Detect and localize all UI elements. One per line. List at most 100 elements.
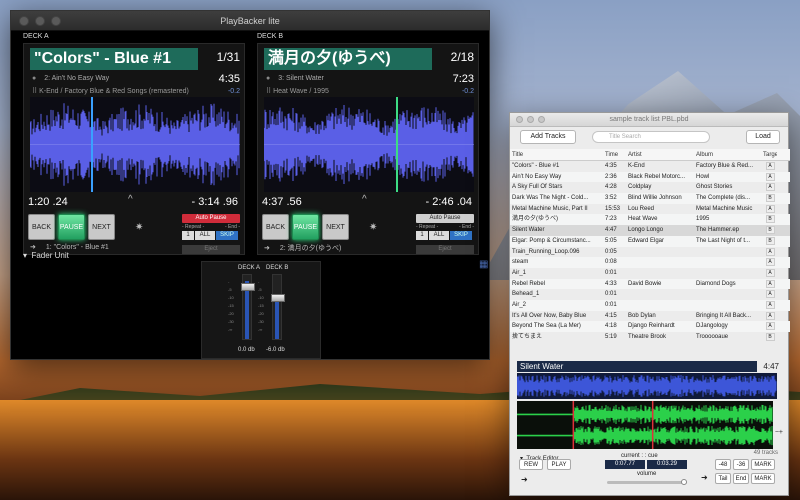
deck-b-waveform[interactable] xyxy=(264,97,474,192)
table-row[interactable]: Air_1 0:01 A xyxy=(510,268,790,279)
load-button[interactable]: Load xyxy=(746,130,780,144)
target-cell[interactable]: A xyxy=(761,300,777,311)
target-selector[interactable]: B xyxy=(765,236,775,245)
table-row[interactable]: Ain't No Easy Way 2:36 Black Rebel Motorc.… xyxy=(510,171,790,183)
deck-a-next-button[interactable]: NEXT xyxy=(88,214,115,240)
title-search-input[interactable]: Title Search xyxy=(592,131,710,143)
table-row[interactable]: Air_2 0:01 A xyxy=(510,299,790,311)
deck-a-skip-button[interactable]: SKIP xyxy=(216,231,238,240)
end-button[interactable]: End xyxy=(733,473,749,484)
play-button[interactable]: PLAY xyxy=(547,459,571,470)
table-row[interactable]: Elgar: Pomp & Circumstanc... 5:05 Edward E… xyxy=(510,235,790,247)
deck-b-skip-button[interactable]: SKIP xyxy=(450,231,472,240)
target-selector[interactable]: A xyxy=(765,322,775,331)
arrow-right-icon[interactable]: ➜ xyxy=(30,244,36,251)
deck-a-auto-pause-button[interactable]: Auto Pause xyxy=(182,214,240,223)
deck-a-repeat-all[interactable]: ALL xyxy=(195,231,215,240)
target-cell[interactable]: A xyxy=(761,289,777,300)
target-selector[interactable]: A xyxy=(765,268,775,277)
table-row[interactable]: Silent Water 4:47 Longo Longo The Hammer.ep… xyxy=(510,225,790,236)
fader-unit-toggle[interactable]: ▾ Fader Unit xyxy=(23,251,69,260)
minus48-button[interactable]: -48 xyxy=(715,459,731,470)
target-cell[interactable]: B xyxy=(761,214,777,225)
table-row[interactable]: Metal Machine Music, Part II 15:53 Lou Ree… xyxy=(510,204,790,215)
target-cell[interactable]: A xyxy=(761,247,777,258)
deck-b-gain[interactable]: -0.2 xyxy=(462,88,474,95)
target-cell[interactable]: A xyxy=(761,311,777,322)
target-selector[interactable]: A xyxy=(765,183,775,192)
minus36-button[interactable]: -36 xyxy=(733,459,749,470)
table-row[interactable]: steam 0:08 A xyxy=(510,257,790,268)
col-target[interactable]: Target xyxy=(761,149,777,160)
mark-button-2[interactable]: MARK xyxy=(751,473,775,484)
col-album[interactable]: Album xyxy=(694,149,761,160)
table-row[interactable]: Beyond The Sea (La Mer) 4:18 Django Reinha… xyxy=(510,321,790,332)
fader-deck-a-track[interactable] xyxy=(241,274,255,340)
target-cell[interactable]: A xyxy=(761,257,777,268)
editor-overview-wave[interactable] xyxy=(516,373,777,399)
deck-b-pause-button[interactable]: PAUSE xyxy=(292,214,319,240)
gear-icon[interactable]: ✷ xyxy=(135,222,143,233)
target-selector[interactable]: B xyxy=(765,333,775,341)
target-cell[interactable]: A xyxy=(761,172,777,183)
table-row[interactable]: 満月の夕(ゆうべ) 7:23 Heat Wave 1995 B xyxy=(510,214,790,226)
table-row[interactable]: 捨てちまえ 5:19 Theatre Brook Troooooaue B xyxy=(510,332,790,343)
table-row[interactable]: It's All Over Now, Baby Blue 4:15 Bob Dyla… xyxy=(510,311,790,322)
table-row[interactable]: "Colors" - Blue #1 4:35 K-End Factory Blue … xyxy=(510,161,790,172)
target-cell[interactable]: B xyxy=(761,236,777,247)
editor-detail-wave[interactable] xyxy=(516,401,773,449)
target-selector[interactable]: A xyxy=(765,258,775,267)
deck-a-playhead[interactable] xyxy=(90,97,93,192)
fader-deck-b-track[interactable] xyxy=(271,274,285,340)
cue-time-field[interactable]: 0:03.29 xyxy=(647,460,687,469)
target-selector[interactable]: B xyxy=(765,226,775,235)
table-row[interactable]: Rebel Rebel 4:33 David Bowie Diamond Dogs A xyxy=(510,278,790,290)
arrow-right-icon[interactable]: ➜ xyxy=(264,245,270,252)
chevron-up-icon[interactable]: ^ xyxy=(362,194,367,205)
add-tracks-button[interactable]: Add Tracks xyxy=(520,130,576,144)
deck-b-repeat-one[interactable]: 1 xyxy=(416,231,428,240)
fader-deck-a-knob[interactable] xyxy=(241,282,255,291)
target-cell[interactable]: A xyxy=(761,268,777,279)
zoom-button[interactable] xyxy=(51,16,61,26)
target-selector[interactable]: A xyxy=(765,290,775,299)
deck-b-playhead[interactable] xyxy=(396,97,399,192)
arrow-right-icon[interactable]: ➜ xyxy=(521,475,528,484)
target-cell[interactable]: B xyxy=(761,332,777,343)
target-selector[interactable]: A xyxy=(765,204,775,213)
col-time[interactable]: Time xyxy=(603,149,626,160)
deck-b-eject-button[interactable]: Eject xyxy=(416,245,474,254)
target-selector[interactable]: A xyxy=(765,300,775,309)
deck-b-repeat-all[interactable]: ALL xyxy=(429,231,449,240)
volume-slider[interactable] xyxy=(607,479,687,485)
chevron-up-icon[interactable]: ^ xyxy=(128,194,133,205)
close-button[interactable] xyxy=(19,16,29,26)
target-selector[interactable]: A xyxy=(765,162,775,170)
target-cell[interactable]: A xyxy=(761,182,777,193)
grid-icon[interactable]: ▦ xyxy=(479,259,488,270)
volume-knob[interactable] xyxy=(681,479,687,485)
deck-b-next-button[interactable]: NEXT xyxy=(322,214,349,240)
target-cell[interactable]: B xyxy=(761,193,777,204)
gear-icon[interactable]: ✷ xyxy=(369,222,377,233)
deck-b-back-button[interactable]: BACK xyxy=(262,214,289,240)
target-selector[interactable]: A xyxy=(765,247,775,256)
minimize-button[interactable] xyxy=(35,16,45,26)
zoom-button[interactable] xyxy=(538,116,545,123)
current-time-field[interactable]: 0:07.77 xyxy=(605,460,645,469)
col-artist[interactable]: Artist xyxy=(626,149,694,160)
target-selector[interactable]: A xyxy=(765,311,775,320)
deck-a-back-button[interactable]: BACK xyxy=(28,214,55,240)
mark-button[interactable]: MARK xyxy=(751,459,775,470)
target-selector[interactable]: A xyxy=(765,172,775,181)
rew-button[interactable]: REW xyxy=(519,459,543,470)
target-cell[interactable]: A xyxy=(761,161,777,172)
target-selector[interactable]: B xyxy=(765,215,775,224)
arrow-right-icon[interactable]: ➜ xyxy=(701,473,708,482)
target-cell[interactable]: A xyxy=(761,279,777,290)
close-button[interactable] xyxy=(516,116,523,123)
tail-button[interactable]: Tail xyxy=(715,473,731,484)
target-cell[interactable]: B xyxy=(761,225,777,236)
fader-deck-b-knob[interactable] xyxy=(271,294,285,303)
deck-a-repeat-one[interactable]: 1 xyxy=(182,231,194,240)
